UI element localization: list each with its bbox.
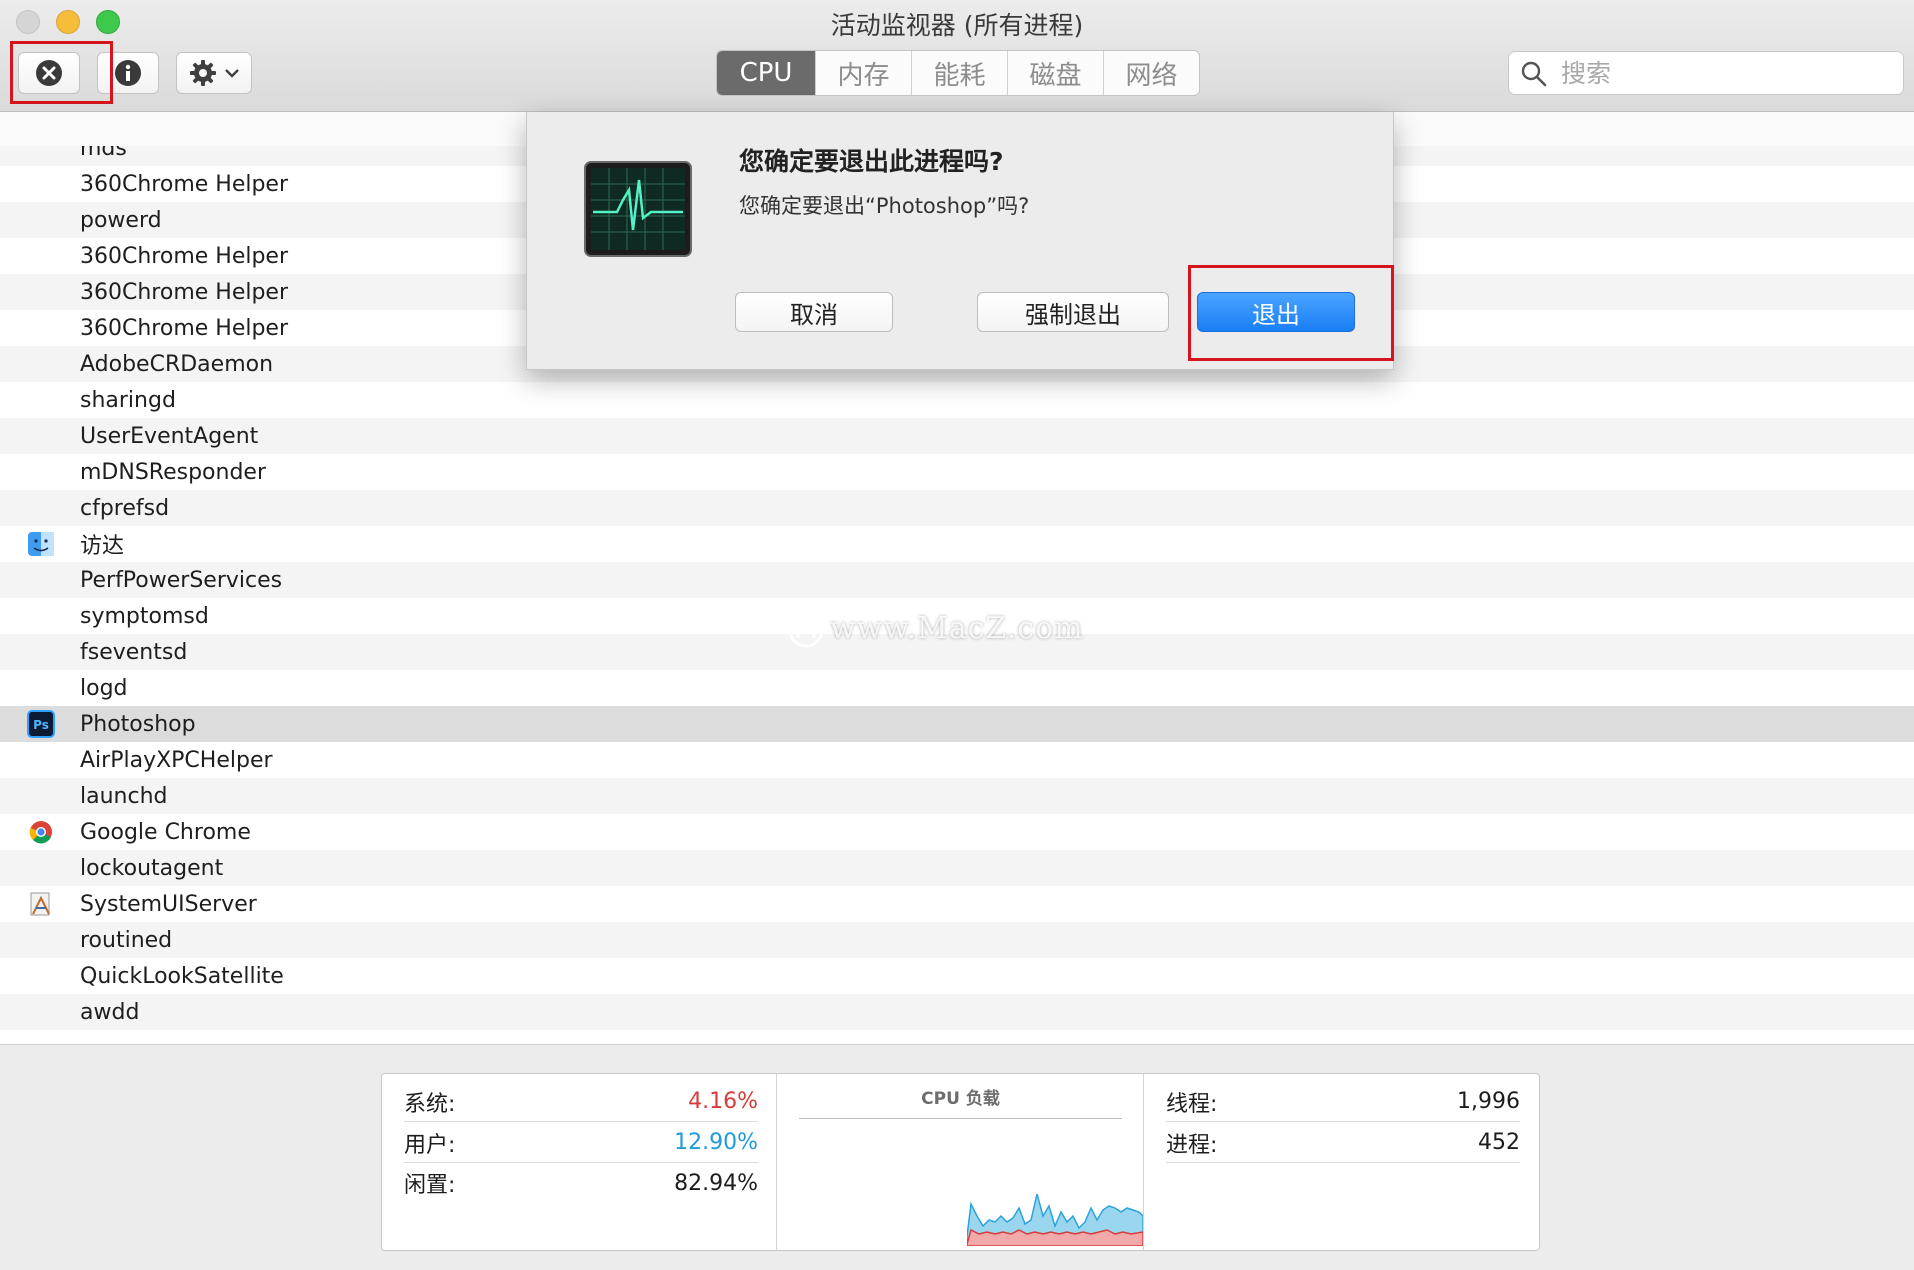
stat-idle: 闲置: 82.94% xyxy=(404,1163,758,1203)
process-name: AdobeCRDaemon xyxy=(80,351,274,377)
process-row[interactable]: SystemUIServer xyxy=(0,886,1914,922)
chrome-icon xyxy=(27,818,55,846)
process-name: awdd xyxy=(80,999,140,1025)
stat-threads-label: 线程: xyxy=(1166,1091,1218,1117)
process-name: powerd xyxy=(80,207,162,233)
highlight-box-quit-button xyxy=(1188,265,1394,361)
title-bar: 活动监视器 (所有进程) CPU 内存 能耗 磁盘 网络 搜索 xyxy=(0,0,1914,112)
process-name: SystemUIServer xyxy=(80,891,257,917)
process-row[interactable]: logd xyxy=(0,670,1914,706)
process-name: UserEventAgent xyxy=(80,423,259,449)
process-name: AirPlayXPCHelper xyxy=(80,747,273,773)
process-name: PerfPowerServices xyxy=(80,567,283,593)
stat-system-value: 4.16% xyxy=(688,1089,758,1114)
action-menu-button[interactable] xyxy=(176,52,252,94)
dialog-message: 您确定要退出“Photoshop”吗? xyxy=(739,194,1030,218)
cancel-button[interactable]: 取消 xyxy=(735,292,893,332)
process-name: cfprefsd xyxy=(80,495,170,521)
process-name: Photoshop xyxy=(80,711,196,737)
tab-energy[interactable]: 能耗 xyxy=(911,51,1007,95)
tab-cpu[interactable]: CPU xyxy=(717,51,815,95)
process-name: 360Chrome Helper xyxy=(80,315,289,341)
tab-disk[interactable]: 磁盘 xyxy=(1007,51,1103,95)
stat-processes: 进程: 452 xyxy=(1166,1123,1520,1163)
tab-memory[interactable]: 内存 xyxy=(815,51,911,95)
process-name: logd xyxy=(80,675,128,701)
process-row[interactable]: sharingd xyxy=(0,382,1914,418)
process-row[interactable]: mDNSResponder xyxy=(0,454,1914,490)
thread-stats-panel: 线程: 1,996 进程: 452 xyxy=(1144,1074,1539,1250)
process-name: 360Chrome Helper xyxy=(80,243,289,269)
activity-monitor-icon xyxy=(584,161,692,257)
cpu-stats-box: 系统: 4.16% 用户: 12.90% 闲置: 82.94% CPU 负载 线… xyxy=(381,1073,1540,1251)
process-row[interactable]: cfprefsd xyxy=(0,490,1914,526)
process-row[interactable]: AirPlayXPCHelper xyxy=(0,742,1914,778)
photoshop-icon: Ps xyxy=(27,710,55,738)
stat-user-label: 用户: xyxy=(404,1132,456,1158)
stat-threads-value: 1,996 xyxy=(1457,1089,1520,1114)
cpu-usage-panel: 系统: 4.16% 用户: 12.90% 闲置: 82.94% xyxy=(382,1074,777,1250)
search-field[interactable] xyxy=(1508,51,1904,95)
watermark-text: www.MacZ.com xyxy=(830,611,1084,646)
tab-network[interactable]: 网络 xyxy=(1103,51,1199,95)
process-row[interactable]: lockoutagent xyxy=(0,850,1914,886)
cpu-load-panel: CPU 负载 xyxy=(777,1074,1144,1250)
view-tabs: CPU 内存 能耗 磁盘 网络 xyxy=(716,50,1200,96)
stat-user-value: 12.90% xyxy=(674,1130,758,1155)
process-row[interactable]: UserEventAgent xyxy=(0,418,1914,454)
process-row[interactable]: routined xyxy=(0,922,1914,958)
process-name: 访达 xyxy=(80,534,125,559)
stat-system-label: 系统: xyxy=(404,1091,456,1117)
cpu-load-divider xyxy=(799,1118,1122,1119)
info-icon xyxy=(115,60,141,86)
search-icon xyxy=(1521,61,1547,87)
stat-system: 系统: 4.16% xyxy=(404,1082,758,1122)
process-row[interactable]: Ps Photoshop xyxy=(0,706,1914,742)
process-name: symptomsd xyxy=(80,603,209,629)
process-name: 360Chrome Helper xyxy=(80,171,289,197)
gear-icon xyxy=(190,60,216,86)
process-name: QuickLookSatellite xyxy=(80,963,284,989)
stat-processes-value: 452 xyxy=(1478,1130,1520,1155)
stat-processes-label: 进程: xyxy=(1166,1132,1218,1158)
process-name: sharingd xyxy=(80,387,176,413)
search-input[interactable] xyxy=(1561,56,1891,90)
process-name: mDNSResponder xyxy=(80,459,267,485)
process-row[interactable]: 访达 xyxy=(0,526,1914,562)
cpu-load-title: CPU 负载 xyxy=(921,1089,1000,1109)
process-row[interactable]: QuickLookSatellite xyxy=(0,958,1914,994)
process-name: 360Chrome Helper xyxy=(80,279,289,305)
highlight-box-stop-button xyxy=(10,41,113,104)
process-row[interactable]: PerfPowerServices xyxy=(0,562,1914,598)
chevron-down-icon xyxy=(225,69,239,78)
cpu-load-graph xyxy=(967,1193,1143,1246)
stat-threads: 线程: 1,996 xyxy=(1166,1082,1520,1122)
finder-icon xyxy=(27,530,55,558)
window-title: 活动监视器 (所有进程) xyxy=(830,11,1084,40)
dialog-title: 您确定要退出此进程吗? xyxy=(739,147,1004,176)
watermark: www.MacZ.com xyxy=(786,610,1084,650)
process-name: mds xyxy=(80,146,127,161)
process-name: fseventsd xyxy=(80,639,188,665)
systemuiserver-icon xyxy=(27,890,55,918)
process-name: launchd xyxy=(80,783,168,809)
process-row[interactable]: launchd xyxy=(0,778,1914,814)
stat-user: 用户: 12.90% xyxy=(404,1123,758,1163)
svg-text:Ps: Ps xyxy=(33,718,49,732)
cpu-summary-area: 系统: 4.16% 用户: 12.90% 闲置: 82.94% CPU 负载 线… xyxy=(0,1044,1914,1270)
stat-idle-label: 闲置: xyxy=(404,1173,456,1198)
process-row[interactable]: awdd xyxy=(0,994,1914,1030)
process-name: Google Chrome xyxy=(80,819,251,845)
stat-idle-value: 82.94% xyxy=(674,1170,758,1196)
process-name: lockoutagent xyxy=(80,855,224,881)
watermark-logo-icon xyxy=(788,612,824,648)
process-row[interactable]: Google Chrome xyxy=(0,814,1914,850)
force-quit-button[interactable]: 强制退出 xyxy=(977,292,1169,332)
process-name: routined xyxy=(80,927,173,953)
